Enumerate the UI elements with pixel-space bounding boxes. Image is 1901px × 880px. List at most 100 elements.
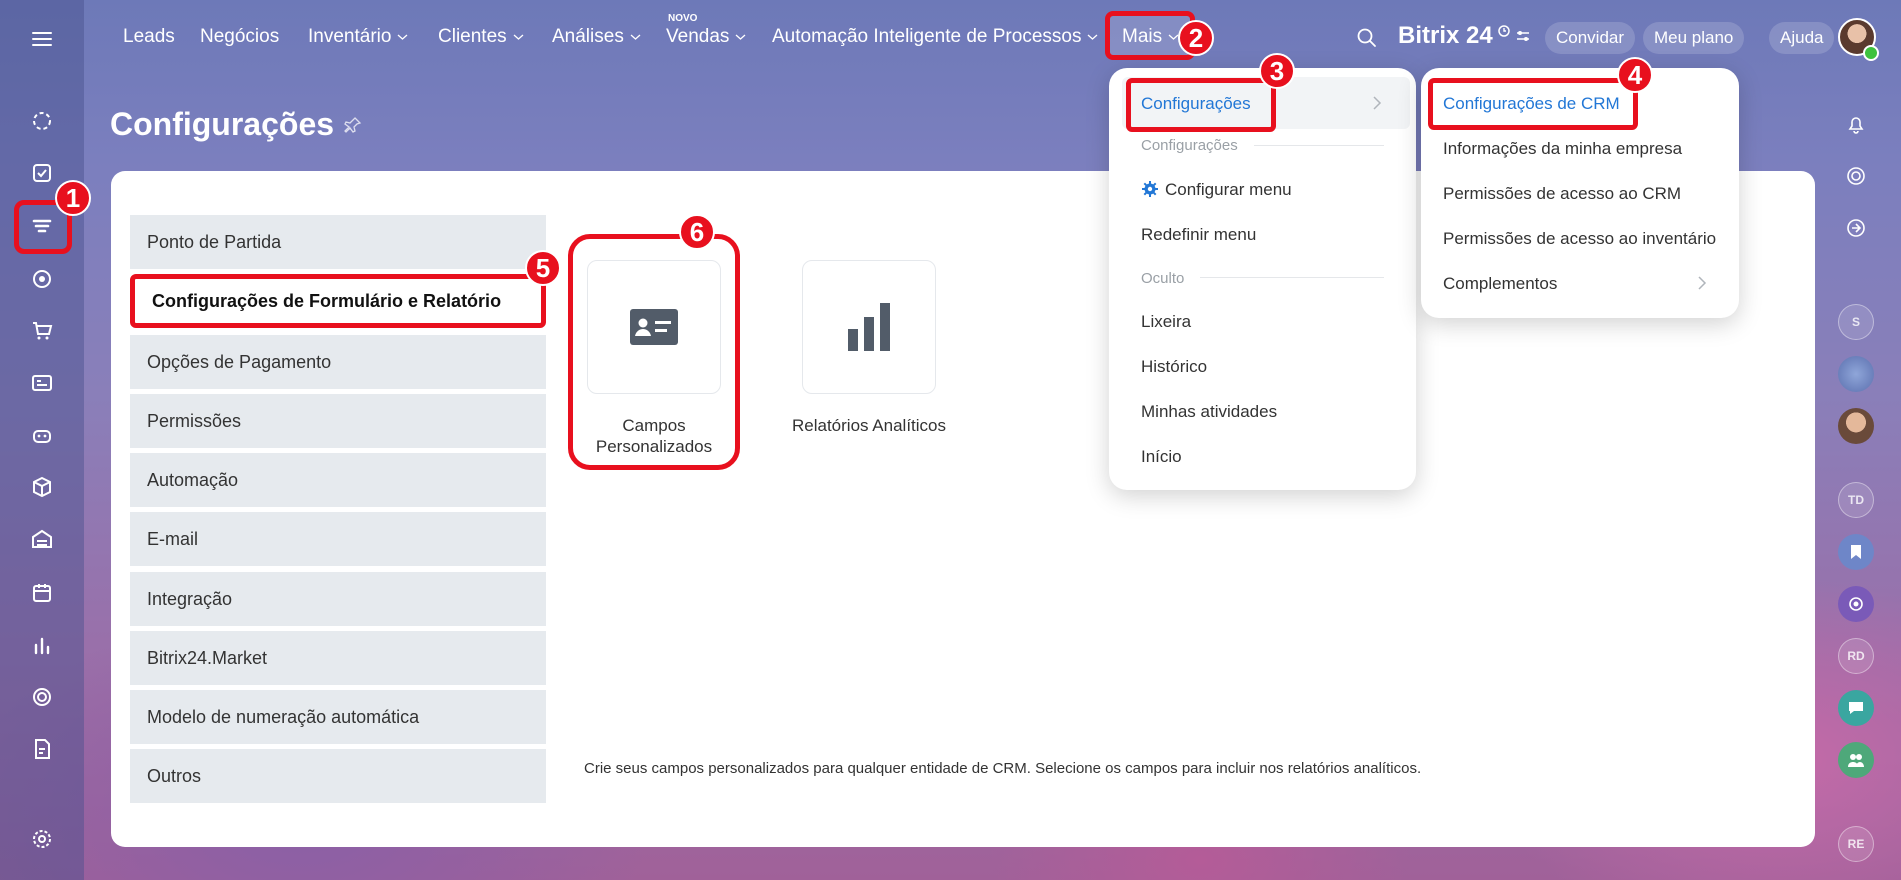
crm-settings-menu-item[interactable]: Configurações de CRM bbox=[1443, 94, 1620, 114]
nav-automacao[interactable]: Automação Inteligente de Processos bbox=[772, 26, 1098, 48]
settings-menu-item[interactable]: Permissões bbox=[130, 394, 546, 448]
nav-label: Negócios bbox=[200, 26, 280, 47]
settings-menu-item[interactable]: E-mail bbox=[130, 512, 546, 566]
nav-mais[interactable]: Mais bbox=[1122, 26, 1179, 48]
contact-avatar-photo[interactable] bbox=[1838, 408, 1874, 444]
cart-icon[interactable] bbox=[27, 316, 57, 346]
contact-avatar-globe[interactable] bbox=[1838, 356, 1874, 392]
new-badge: NOVO bbox=[668, 13, 698, 24]
copilot-icon[interactable] bbox=[27, 420, 57, 450]
my-plan-button[interactable]: Meu plano bbox=[1643, 22, 1745, 54]
addons-menu-item[interactable]: Complementos bbox=[1443, 274, 1557, 294]
nav-label: Análises bbox=[552, 26, 624, 47]
invite-button[interactable]: Convidar bbox=[1545, 22, 1636, 54]
tasks-icon[interactable] bbox=[27, 158, 57, 188]
crm-icon[interactable] bbox=[27, 212, 57, 242]
custom-fields-tile[interactable] bbox=[587, 260, 721, 394]
copilot-chat-icon[interactable] bbox=[1838, 586, 1874, 622]
chevron-down-icon bbox=[513, 34, 524, 40]
divider bbox=[1254, 145, 1384, 146]
settings-gear-icon[interactable] bbox=[27, 824, 57, 854]
menu-icon[interactable] bbox=[27, 24, 57, 54]
settings-menu-item[interactable]: Opções de Pagamento bbox=[130, 335, 546, 389]
nav-inventario[interactable]: Inventário bbox=[308, 26, 408, 48]
chevron-down-icon bbox=[735, 34, 746, 40]
pin-icon[interactable] bbox=[344, 116, 362, 134]
settings-menu-item[interactable]: Bitrix24.Market bbox=[130, 631, 546, 685]
gear-icon bbox=[1142, 181, 1158, 197]
nav-leads[interactable]: Leads bbox=[123, 26, 175, 48]
hub-icon[interactable] bbox=[27, 682, 57, 712]
configuracoes-menu-item[interactable]: Configurações bbox=[1141, 94, 1251, 114]
tile-label-line: Personalizados bbox=[595, 437, 713, 456]
online-status-icon bbox=[1863, 45, 1879, 61]
inventory-permissions-menu-item[interactable]: Permissões de acesso ao inventário bbox=[1443, 229, 1716, 249]
section-description: Crie seus campos personalizados para qua… bbox=[584, 760, 1422, 777]
contact-avatar-td[interactable]: TD bbox=[1838, 482, 1874, 518]
goals-icon[interactable] bbox=[27, 264, 57, 294]
nav-clientes[interactable]: Clientes bbox=[438, 26, 524, 48]
contact-avatar-re[interactable]: RE bbox=[1838, 826, 1874, 862]
nav-label: Clientes bbox=[438, 26, 507, 47]
settings-menu-item[interactable]: Automação bbox=[130, 453, 546, 507]
reset-menu-item[interactable]: Redefinir menu bbox=[1141, 225, 1256, 245]
search-icon[interactable] bbox=[1356, 27, 1378, 49]
my-activities-menu-item[interactable]: Minhas atividades bbox=[1141, 402, 1277, 422]
settings-menu-item[interactable]: Modelo de numeração automática bbox=[130, 690, 546, 744]
step-badge-4: 4 bbox=[1617, 57, 1653, 93]
help-button[interactable]: Ajuda bbox=[1769, 22, 1835, 54]
contacts-icon[interactable] bbox=[27, 368, 57, 398]
analytics-icon[interactable] bbox=[27, 630, 57, 660]
settings-menu-item-active[interactable]: Configurações de Formulário e Relatório bbox=[130, 274, 546, 328]
id-card-icon bbox=[630, 309, 678, 345]
notifications-bell-icon[interactable] bbox=[1838, 106, 1874, 142]
nav-label: Leads bbox=[123, 26, 175, 47]
bookmark-icon[interactable] bbox=[1838, 534, 1874, 570]
feed-icon[interactable] bbox=[27, 106, 57, 136]
chevron-down-icon bbox=[630, 34, 641, 40]
bitrix24-logo[interactable]: Bitrix 24 bbox=[1398, 22, 1531, 50]
sign-document-icon[interactable] bbox=[27, 734, 57, 764]
contact-avatar-s[interactable]: S bbox=[1838, 304, 1874, 340]
calendar-icon[interactable] bbox=[27, 578, 57, 608]
step-badge-2: 2 bbox=[1178, 20, 1214, 56]
warehouse-icon[interactable] bbox=[27, 524, 57, 554]
tile-label-line: Campos bbox=[622, 416, 686, 435]
page-title-text: Configurações bbox=[110, 106, 335, 142]
step-badge-6: 6 bbox=[679, 214, 715, 250]
sliders-icon[interactable] bbox=[1515, 29, 1531, 43]
nav-vendas[interactable]: Vendas bbox=[666, 26, 746, 48]
chat-sync-icon[interactable] bbox=[1838, 210, 1874, 246]
step-badge-3: 3 bbox=[1259, 53, 1295, 89]
inventory-box-icon[interactable] bbox=[27, 472, 57, 502]
team-chat-icon[interactable] bbox=[1838, 742, 1874, 778]
brand-name: Bitrix 24 bbox=[1398, 22, 1493, 49]
nav-negocios[interactable]: Negócios bbox=[200, 26, 279, 48]
nav-analises[interactable]: Análises bbox=[552, 26, 641, 48]
trash-menu-item[interactable]: Lixeira bbox=[1141, 312, 1191, 332]
nav-label: Inventário bbox=[308, 26, 392, 47]
contact-avatar-rd[interactable]: RD bbox=[1838, 638, 1874, 674]
settings-menu-item[interactable]: Outros bbox=[130, 749, 546, 803]
chevron-down-icon bbox=[1088, 34, 1098, 40]
divider bbox=[1200, 277, 1384, 278]
nav-label: Mais bbox=[1122, 26, 1163, 47]
section-label-settings: Configurações bbox=[1141, 137, 1238, 154]
section-label-hidden: Oculto bbox=[1141, 270, 1185, 287]
chevron-right-icon bbox=[1698, 276, 1707, 290]
settings-menu-item[interactable]: Integração bbox=[130, 572, 546, 626]
custom-fields-label[interactable]: Campos Personalizados bbox=[574, 415, 734, 457]
company-info-menu-item[interactable]: Informações da minha empresa bbox=[1443, 139, 1682, 159]
group-chat-icon[interactable] bbox=[1838, 690, 1874, 726]
chevron-right-icon bbox=[1373, 96, 1382, 110]
configure-menu-item[interactable]: Configurar menu bbox=[1165, 180, 1292, 200]
settings-menu-item[interactable]: Ponto de Partida bbox=[130, 215, 546, 269]
start-menu-item[interactable]: Início bbox=[1141, 447, 1182, 467]
copilot-swirl-icon[interactable] bbox=[1838, 158, 1874, 194]
left-sidebar: 1 bbox=[0, 0, 91, 880]
analytics-reports-label[interactable]: Relatórios Analíticos bbox=[772, 415, 966, 436]
nav-label: Vendas bbox=[666, 26, 730, 47]
crm-permissions-menu-item[interactable]: Permissões de acesso ao CRM bbox=[1443, 184, 1681, 204]
history-menu-item[interactable]: Histórico bbox=[1141, 357, 1207, 377]
analytics-reports-tile[interactable] bbox=[802, 260, 936, 394]
